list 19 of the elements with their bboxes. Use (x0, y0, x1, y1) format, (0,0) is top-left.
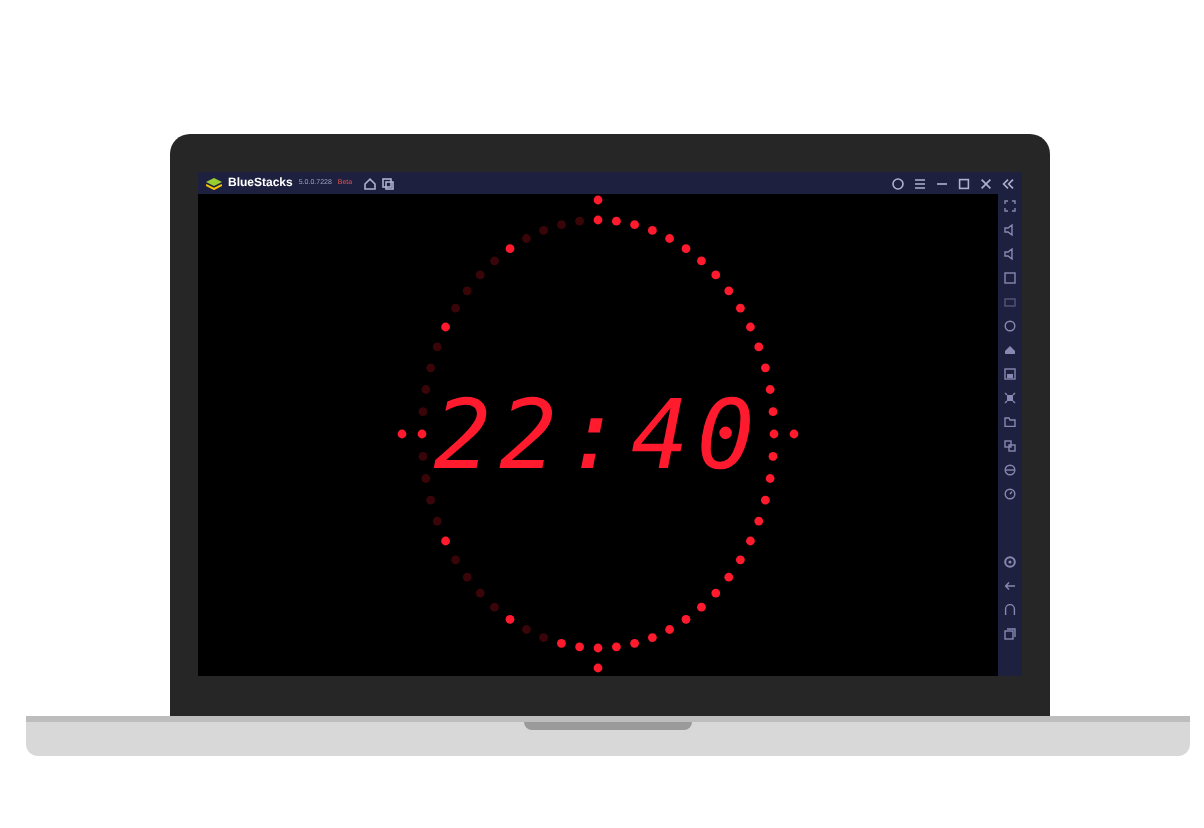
back-arrow-icon[interactable] (1004, 580, 1016, 592)
fullscreen-icon[interactable] (1004, 200, 1016, 212)
recent-apps-icon[interactable] (1004, 628, 1016, 640)
windows-icon[interactable] (382, 177, 395, 189)
minimize-icon[interactable] (936, 177, 948, 189)
gauge-icon[interactable] (1004, 488, 1016, 500)
close-icon[interactable] (980, 177, 992, 189)
menu-icon[interactable] (914, 177, 926, 189)
save-icon[interactable] (1004, 368, 1016, 380)
copy-icon[interactable] (1004, 440, 1016, 452)
maximize-icon[interactable] (958, 177, 970, 189)
screenshot-icon[interactable] (1004, 392, 1016, 404)
clock-time: 22:40 (433, 387, 763, 483)
folder-icon[interactable] (1004, 416, 1016, 428)
logo-icon (206, 177, 222, 189)
settings-icon[interactable] (1004, 556, 1016, 568)
screen-icon[interactable] (1004, 272, 1016, 284)
help-icon[interactable] (892, 177, 904, 189)
collapse-icon[interactable] (1002, 177, 1014, 189)
